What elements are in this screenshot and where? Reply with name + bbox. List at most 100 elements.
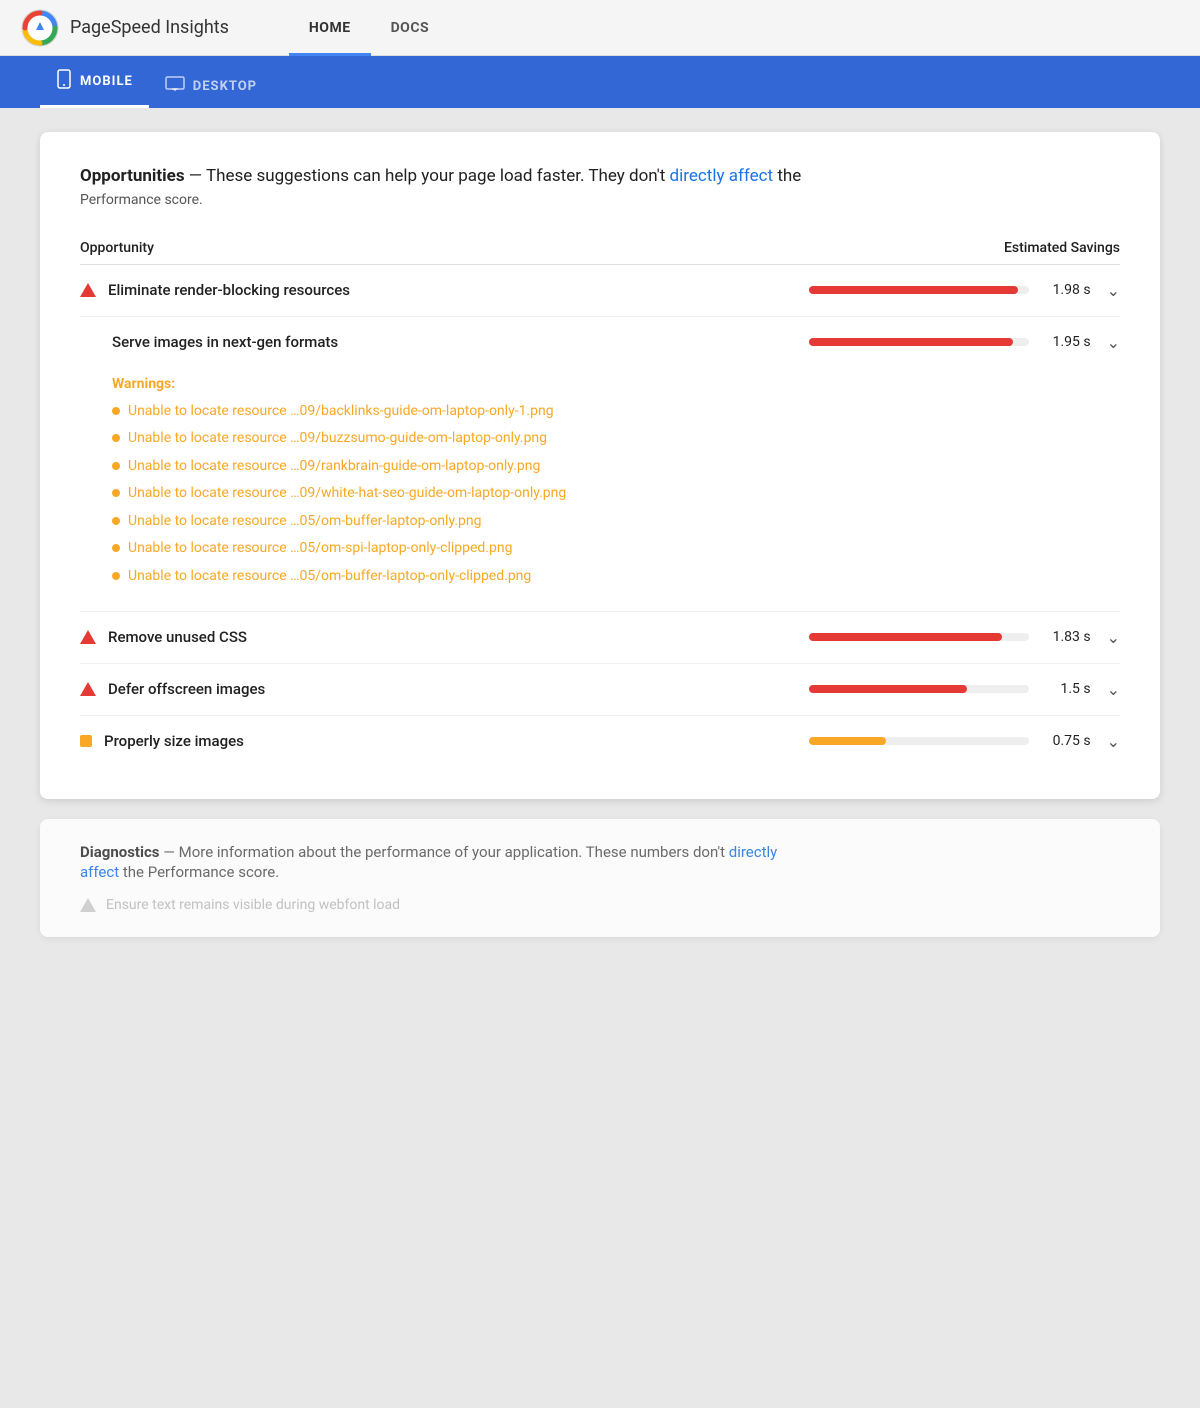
warning-text-3: Unable to locate resource …09/white-hat-… xyxy=(128,484,566,504)
warnings-label: Warnings: xyxy=(112,376,1120,392)
opp-bar-fill-3 xyxy=(809,685,967,693)
opp-label-2: Remove unused CSS xyxy=(108,628,780,646)
diagnostics-item: Ensure text remains visible during webfo… xyxy=(80,897,1120,913)
red-triangle-icon-3 xyxy=(80,682,96,696)
opp-label-0: Eliminate render-blocking resources xyxy=(108,281,780,299)
opp-bar-fill-0 xyxy=(809,286,1018,294)
chevron-down-icon-1: ⌄ xyxy=(1107,333,1120,352)
red-triangle-icon-2 xyxy=(80,630,96,644)
opp-bar-track-1 xyxy=(809,338,1029,346)
opp-savings-3: 1.5 s xyxy=(1041,681,1091,697)
pagespeed-logo xyxy=(20,8,60,48)
logo-text: PageSpeed Insights xyxy=(70,17,229,38)
diagnostics-line2-end: the Performance score. xyxy=(123,863,279,881)
opp-row-4[interactable]: Properly size images 0.75 s ⌄ xyxy=(80,716,1120,767)
warning-text-1: Unable to locate resource …09/buzzsumo-g… xyxy=(128,429,547,449)
opp-bar-area-3: 1.5 s ⌄ xyxy=(780,680,1120,699)
tab-mobile[interactable]: MOBILE xyxy=(40,57,149,108)
opp-bar-track-4 xyxy=(809,737,1029,745)
warning-text-0: Unable to locate resource …09/backlinks-… xyxy=(128,402,554,422)
warning-bullet-1 xyxy=(112,434,120,442)
expanded-warnings: Warnings: Unable to locate resource …09/… xyxy=(80,368,1120,612)
orange-square-icon-4 xyxy=(80,735,92,747)
warning-bullet-2 xyxy=(112,462,120,470)
opp-row-0[interactable]: Eliminate render-blocking resources 1.98… xyxy=(80,265,1120,317)
warning-item-1: Unable to locate resource …09/buzzsumo-g… xyxy=(112,429,1120,449)
opp-label-4: Properly size images xyxy=(104,732,780,750)
opportunities-desc-end: the xyxy=(777,166,801,186)
diagnostics-title: Diagnostics xyxy=(80,843,159,861)
chevron-down-icon-3: ⌄ xyxy=(1107,680,1120,699)
tab-mobile-label: MOBILE xyxy=(80,74,133,89)
warning-bullet-4 xyxy=(112,517,120,525)
opp-savings-2: 1.83 s xyxy=(1041,629,1091,645)
nav-home[interactable]: HOME xyxy=(289,0,371,56)
opportunities-card: Opportunities — These suggestions can he… xyxy=(40,132,1160,799)
opp-bar-area-2: 1.83 s ⌄ xyxy=(780,628,1120,647)
top-nav: PageSpeed Insights HOME DOCS xyxy=(0,0,1200,56)
diagnostics-item-label: Ensure text remains visible during webfo… xyxy=(106,897,400,913)
diagnostics-desc-start: — More information about the performance… xyxy=(163,843,729,861)
warning-text-4: Unable to locate resource …05/om-buffer-… xyxy=(128,512,482,532)
warning-bullet-5 xyxy=(112,544,120,552)
opportunities-desc-start: — These suggestions can help your page l… xyxy=(189,166,670,186)
opp-bar-fill-4 xyxy=(809,737,886,745)
col-savings: Estimated Savings xyxy=(1004,240,1120,256)
warning-bullet-3 xyxy=(112,489,120,497)
warning-bullet-0 xyxy=(112,407,120,415)
logo-area: PageSpeed Insights xyxy=(20,8,229,48)
opp-savings-1: 1.95 s xyxy=(1041,334,1091,350)
chevron-down-icon-2: ⌄ xyxy=(1107,628,1120,647)
main-area: Opportunities — These suggestions can he… xyxy=(0,108,1200,1408)
opp-row-1[interactable]: Serve images in next-gen formats 1.95 s … xyxy=(80,317,1120,368)
opportunities-desc-link[interactable]: directly affect xyxy=(670,166,774,186)
opp-savings-0: 1.98 s xyxy=(1041,282,1091,298)
device-bar: MOBILE DESKTOP xyxy=(0,56,1200,108)
opportunities-header: Opportunities — These suggestions can he… xyxy=(80,164,1120,208)
warning-text-5: Unable to locate resource …05/om-spi-lap… xyxy=(128,539,512,559)
warning-item-5: Unable to locate resource …05/om-spi-lap… xyxy=(112,539,1120,559)
warning-item-4: Unable to locate resource …05/om-buffer-… xyxy=(112,512,1120,532)
opp-row-3[interactable]: Defer offscreen images 1.5 s ⌄ xyxy=(80,664,1120,716)
warning-bullet-6 xyxy=(112,572,120,580)
diagnostics-header-text: Diagnostics — More information about the… xyxy=(80,843,1120,861)
tab-desktop[interactable]: DESKTOP xyxy=(149,64,273,108)
opp-row-1-wrapper: Serve images in next-gen formats 1.95 s … xyxy=(80,317,1120,612)
diagnostics-line2: affect the Performance score. xyxy=(80,863,1120,881)
warning-item-3: Unable to locate resource …09/white-hat-… xyxy=(112,484,1120,504)
opp-savings-4: 0.75 s xyxy=(1041,733,1091,749)
opp-bar-fill-2 xyxy=(809,633,1003,641)
table-header: Opportunity Estimated Savings xyxy=(80,232,1120,265)
chevron-down-icon-4: ⌄ xyxy=(1107,732,1120,751)
opp-bar-track-3 xyxy=(809,685,1029,693)
opp-bar-fill-1 xyxy=(809,338,1014,346)
tab-desktop-label: DESKTOP xyxy=(193,79,257,94)
warning-text-6: Unable to locate resource …05/om-buffer-… xyxy=(128,567,531,587)
diagnostics-section: Diagnostics — More information about the… xyxy=(40,819,1160,937)
nav-docs[interactable]: DOCS xyxy=(371,0,450,56)
warning-list: Unable to locate resource …09/backlinks-… xyxy=(112,402,1120,587)
chevron-down-icon-0: ⌄ xyxy=(1107,281,1120,300)
mobile-icon xyxy=(56,69,72,93)
diag-triangle-icon xyxy=(80,898,96,912)
opp-bar-area-0: 1.98 s ⌄ xyxy=(780,281,1120,300)
opp-label-1: Serve images in next-gen formats xyxy=(112,333,780,351)
warning-item-2: Unable to locate resource …09/rankbrain-… xyxy=(112,457,1120,477)
warning-text-2: Unable to locate resource …09/rankbrain-… xyxy=(128,457,540,477)
opp-bar-track-2 xyxy=(809,633,1029,641)
opp-bar-area-4: 0.75 s ⌄ xyxy=(780,732,1120,751)
diagnostics-affect-link[interactable]: affect xyxy=(80,863,119,881)
opp-row-2[interactable]: Remove unused CSS 1.83 s ⌄ xyxy=(80,612,1120,664)
col-opportunity: Opportunity xyxy=(80,240,154,256)
opportunities-title-line: Opportunities — These suggestions can he… xyxy=(80,164,1120,190)
desktop-icon xyxy=(165,76,185,96)
nav-links: HOME DOCS xyxy=(289,0,449,56)
red-triangle-icon-0 xyxy=(80,283,96,297)
opp-bar-area-1: 1.95 s ⌄ xyxy=(780,333,1120,352)
warning-item-0: Unable to locate resource …09/backlinks-… xyxy=(112,402,1120,422)
diagnostics-link[interactable]: directly xyxy=(729,843,778,861)
opp-bar-track-0 xyxy=(809,286,1029,294)
opp-label-3: Defer offscreen images xyxy=(108,680,780,698)
opportunities-desc-line2: Performance score. xyxy=(80,192,1120,208)
opportunities-title: Opportunities xyxy=(80,166,185,186)
